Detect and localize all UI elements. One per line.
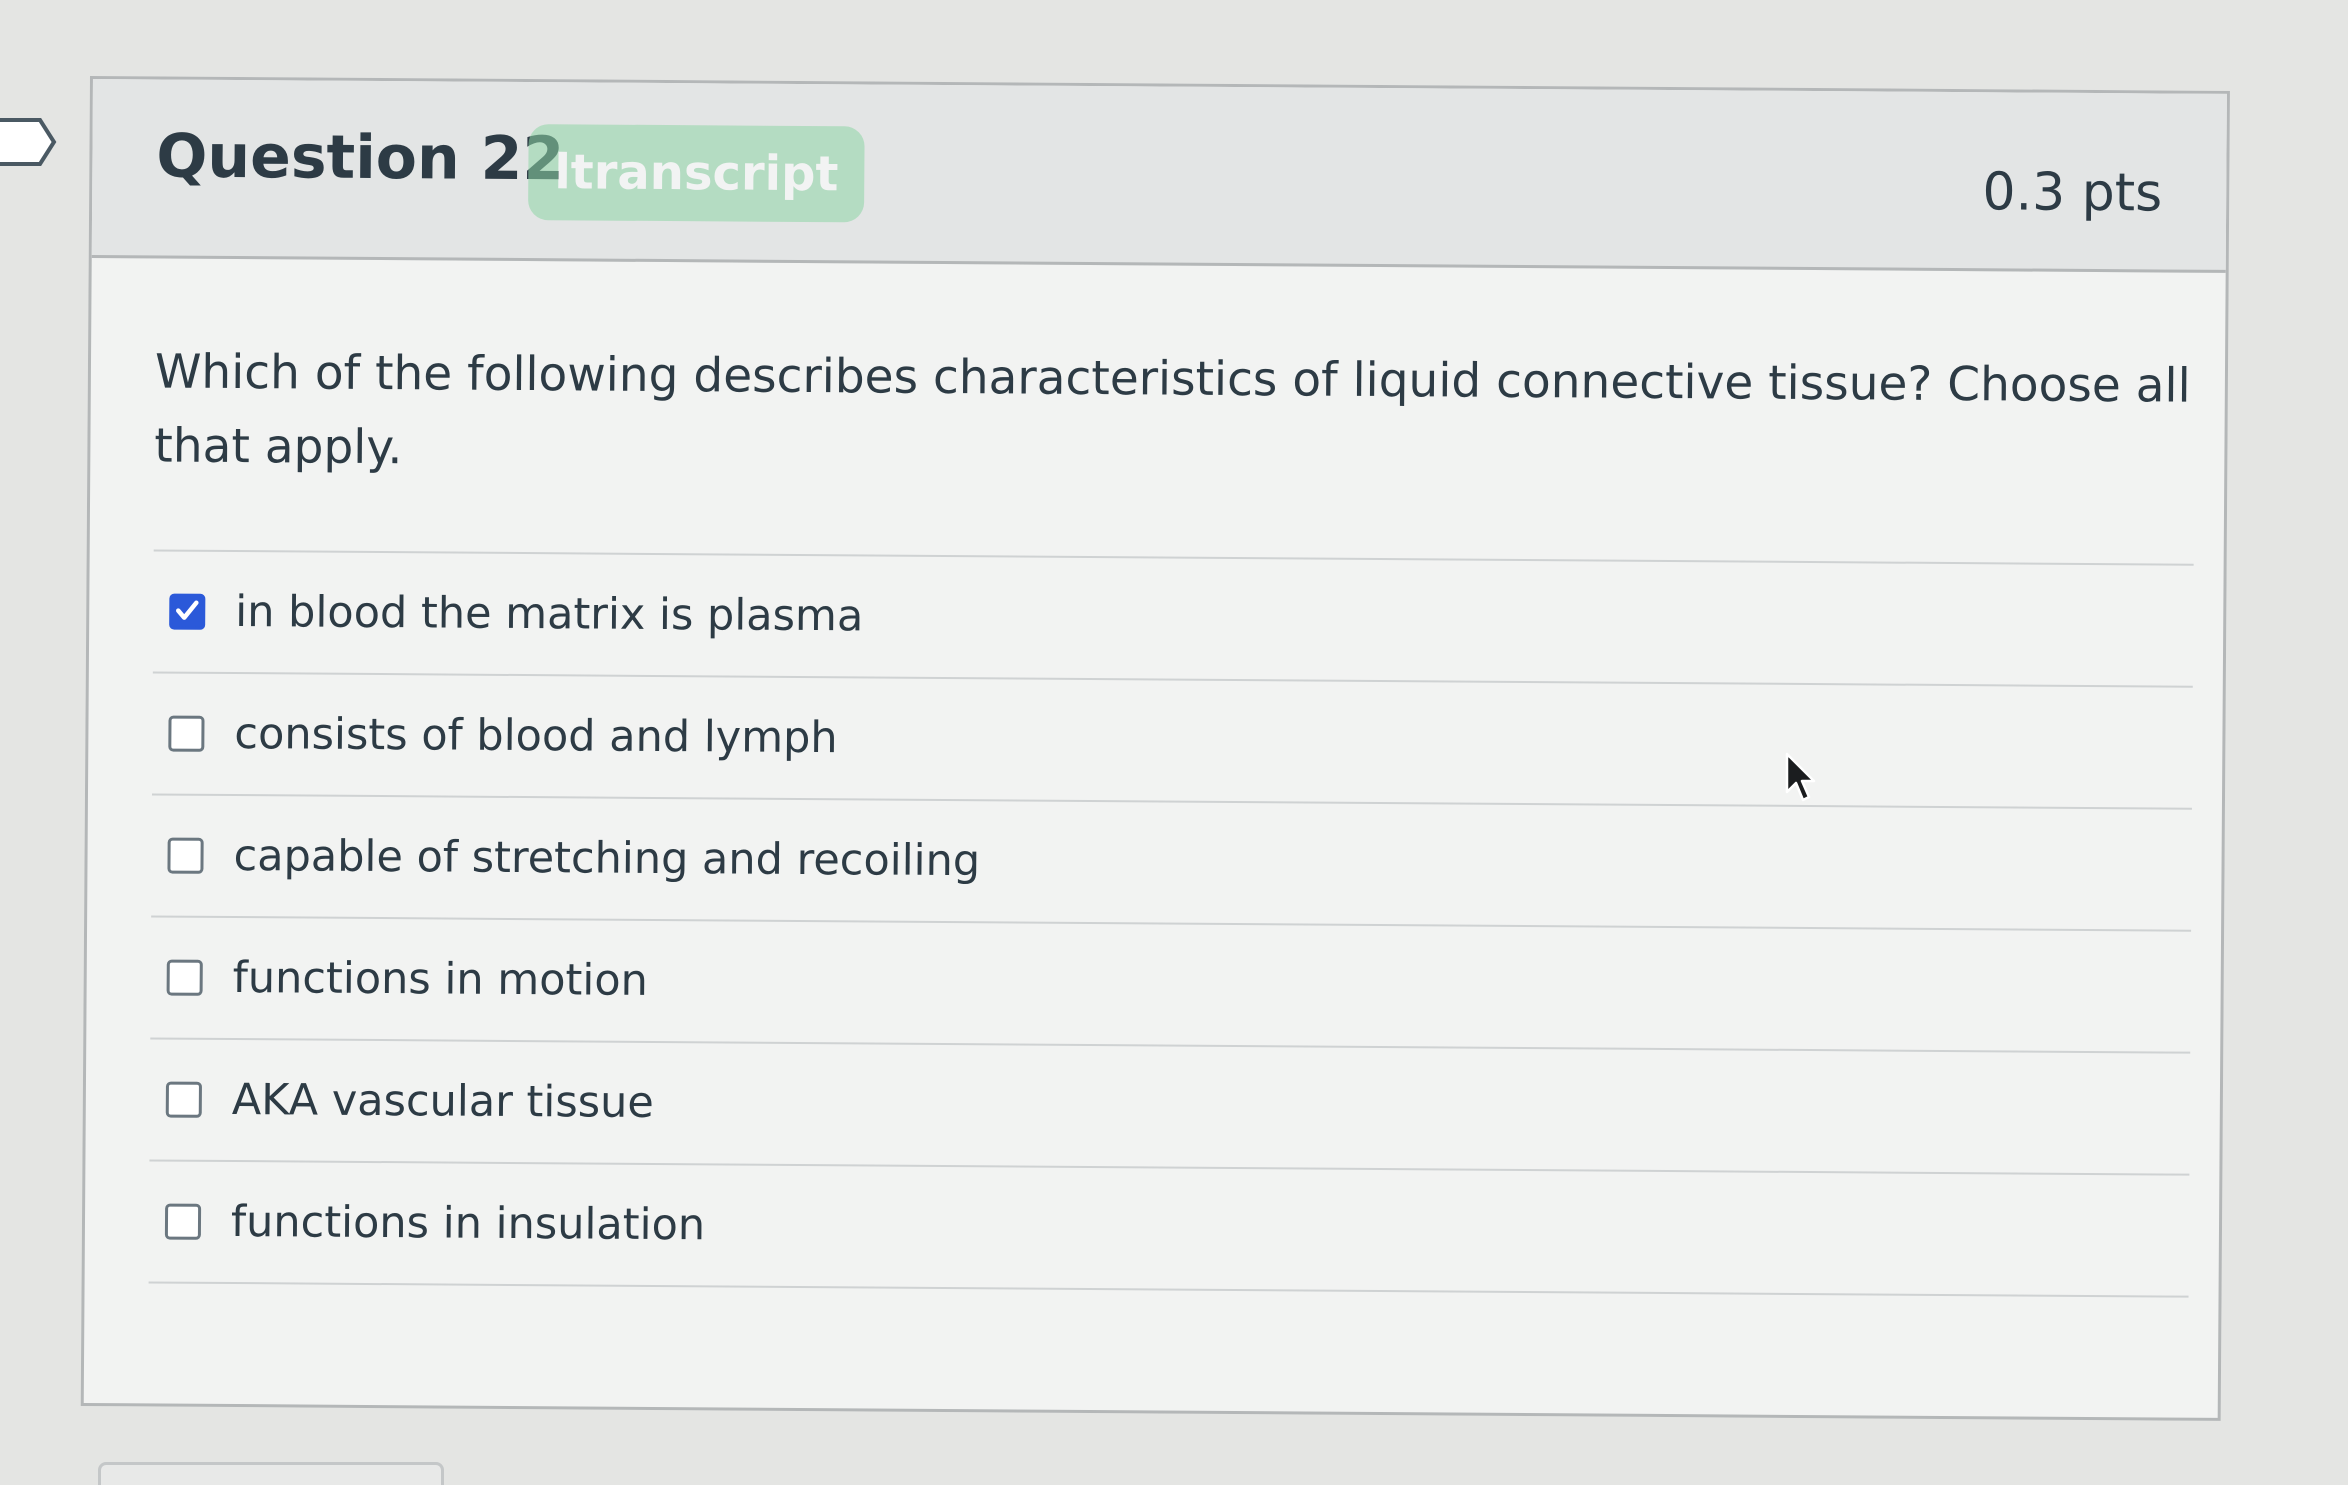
- answer-checkbox[interactable]: [166, 959, 203, 996]
- answer-label[interactable]: functions in insulation: [231, 1197, 705, 1250]
- answer-label[interactable]: AKA vascular tissue: [232, 1075, 654, 1128]
- question-text: Which of the following describes charact…: [154, 344, 2191, 476]
- answer-checkbox[interactable]: [167, 837, 204, 874]
- answer-label[interactable]: capable of stretching and recoiling: [233, 831, 980, 886]
- answer-checkbox[interactable]: [165, 1081, 202, 1118]
- transcript-tag: ltranscript: [528, 124, 865, 223]
- answer-label[interactable]: in blood the matrix is plasma: [235, 587, 863, 641]
- answer-option[interactable]: consists of blood and lymph: [151, 673, 2193, 810]
- answer-checkbox[interactable]: [168, 715, 205, 752]
- answer-label[interactable]: consists of blood and lymph: [234, 709, 838, 763]
- next-question-card-edge: [98, 1462, 444, 1485]
- question-points: 0.3 pts: [1982, 162, 2163, 224]
- answer-option[interactable]: in blood the matrix is plasma: [152, 551, 2194, 688]
- answer-checkbox[interactable]: [164, 1203, 202, 1240]
- question-card: Question 22 ltranscript 0.3 pts Which of…: [80, 76, 2230, 1421]
- answer-list: in blood the matrix is plasma consists o…: [148, 549, 2194, 1298]
- answer-option[interactable]: capable of stretching and recoiling: [151, 795, 2192, 932]
- mouse-pointer-icon: [1785, 752, 1817, 808]
- checkmark-icon: [176, 600, 199, 620]
- answer-label[interactable]: functions in motion: [233, 953, 648, 1006]
- question-header: Question 22 ltranscript 0.3 pts: [91, 79, 2227, 273]
- answer-option[interactable]: functions in motion: [150, 917, 2192, 1054]
- flag-question-icon[interactable]: [0, 112, 58, 172]
- answer-option[interactable]: functions in insulation: [148, 1161, 2190, 1298]
- answer-option[interactable]: AKA vascular tissue: [149, 1039, 2191, 1176]
- answer-checkbox[interactable]: [169, 593, 206, 630]
- question-title: Question 22: [156, 121, 565, 195]
